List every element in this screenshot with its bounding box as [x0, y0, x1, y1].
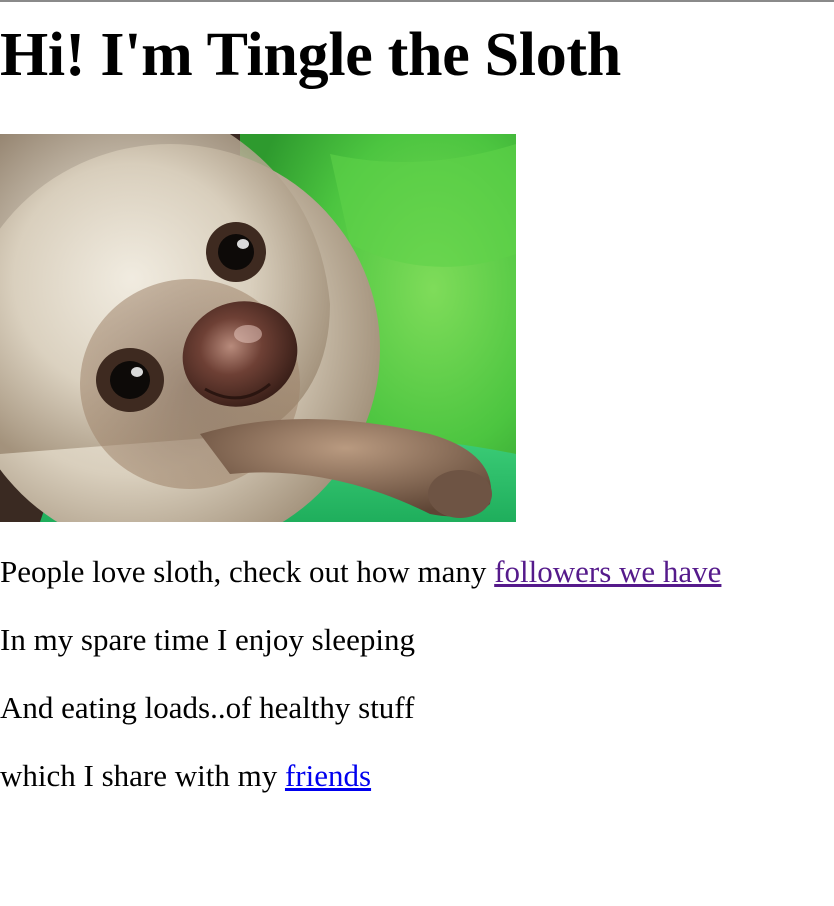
eating-paragraph: And eating loads..of healthy stuff: [0, 690, 415, 725]
friends-link[interactable]: friends: [285, 758, 371, 793]
spare-time-paragraph: In my spare time I enjoy sleeping: [0, 622, 415, 657]
sloth-photo: [0, 134, 516, 522]
friends-paragraph: which I share with my friends: [0, 758, 371, 794]
followers-paragraph: People love sloth, check out how many fo…: [0, 554, 721, 590]
page-title: Hi! I'm Tingle the Sloth: [0, 21, 621, 89]
friends-text: which I share with my: [0, 758, 285, 793]
followers-text: People love sloth, check out how many: [0, 554, 495, 589]
top-divider: [0, 0, 834, 2]
followers-link[interactable]: followers we have: [494, 554, 721, 589]
